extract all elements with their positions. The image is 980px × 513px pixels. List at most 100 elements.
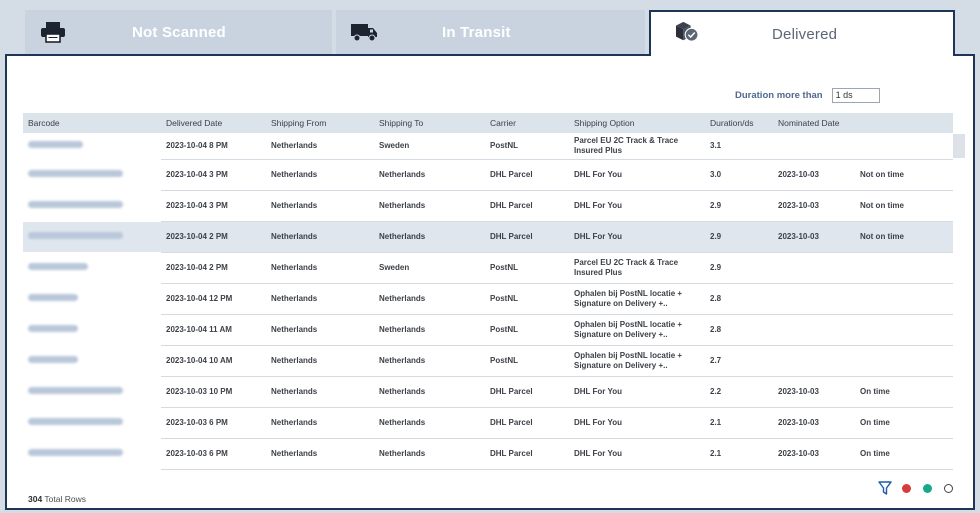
shipping-to-cell: Netherlands bbox=[374, 438, 485, 470]
delivered-date-cell: 2023-10-04 2 PM bbox=[161, 221, 266, 253]
delivered-date-cell: 2023-10-04 2 PM bbox=[161, 252, 266, 284]
status-dot-empty[interactable] bbox=[944, 483, 953, 493]
redacted-barcode bbox=[28, 386, 123, 394]
table-scrollbar-thumb[interactable] bbox=[953, 134, 965, 158]
tab-label: Not Scanned bbox=[132, 23, 226, 41]
column-header-shipping-from[interactable]: Shipping From bbox=[266, 113, 374, 133]
nominated-date-cell bbox=[773, 314, 855, 346]
table-row[interactable]: 2023-10-03 10 PM Netherlands Netherlands DH… bbox=[23, 376, 953, 408]
table-row[interactable]: 2023-10-03 6 PM Netherlands Netherlands DHL… bbox=[23, 438, 953, 470]
tab-in-transit[interactable]: In Transit bbox=[336, 10, 645, 54]
shipping-from-cell: Netherlands bbox=[266, 438, 374, 470]
duration-cell: 3.1 bbox=[705, 133, 773, 160]
footer-controls bbox=[878, 480, 953, 496]
column-header-carrier[interactable]: Carrier bbox=[485, 113, 569, 133]
duration-cell: 2.1 bbox=[705, 438, 773, 470]
barcode-cell[interactable] bbox=[23, 159, 161, 191]
deliveries-table: Barcode Delivered Date Shipping From Shi… bbox=[23, 113, 953, 470]
column-header-delivered-date[interactable]: Delivered Date bbox=[161, 113, 266, 133]
barcode-cell[interactable] bbox=[23, 376, 161, 408]
barcode-cell[interactable] bbox=[23, 314, 161, 346]
barcode-cell[interactable] bbox=[23, 438, 161, 470]
column-header-shipping-to[interactable]: Shipping To bbox=[374, 113, 485, 133]
tab-label: Delivered bbox=[772, 25, 838, 43]
table-row[interactable]: 2023-10-04 12 PM Netherlands Netherlands Po… bbox=[23, 283, 953, 315]
funnel-icon[interactable] bbox=[878, 480, 892, 496]
column-header-duration[interactable]: Duration/ds bbox=[705, 113, 773, 133]
delivered-date-cell: 2023-10-04 3 PM bbox=[161, 190, 266, 222]
tab-not-scanned[interactable]: Not Scanned bbox=[25, 10, 332, 54]
table-row[interactable]: 2023-10-04 11 AM Netherlands Netherlands Po… bbox=[23, 314, 953, 346]
column-header-shipping-option[interactable]: Shipping Option bbox=[569, 113, 705, 133]
redacted-barcode bbox=[28, 448, 123, 456]
tab-label: In Transit bbox=[442, 23, 511, 41]
shipping-option-cell: DHL For You bbox=[569, 159, 705, 191]
duration-filter: Duration more than bbox=[735, 87, 880, 103]
shipping-from-cell: Netherlands bbox=[266, 221, 374, 253]
column-header-status bbox=[855, 113, 953, 133]
duration-cell: 2.7 bbox=[705, 345, 773, 377]
redacted-barcode bbox=[28, 355, 78, 363]
shipping-to-cell: Netherlands bbox=[374, 407, 485, 439]
shipping-option-cell: DHL For You bbox=[569, 221, 705, 253]
shipping-from-cell: Netherlands bbox=[266, 407, 374, 439]
shipping-option-cell: Ophalen bij PostNL locatie + Signature on… bbox=[569, 314, 705, 346]
carrier-cell: PostNL bbox=[485, 345, 569, 377]
carrier-cell: DHL Parcel bbox=[485, 438, 569, 470]
status-dot-red[interactable] bbox=[902, 483, 911, 493]
carrier-cell: DHL Parcel bbox=[485, 190, 569, 222]
shipping-option-line: Parcel EU 2C Track & Trace bbox=[574, 135, 679, 145]
carrier-cell: PostNL bbox=[485, 314, 569, 346]
table-row[interactable]: 2023-10-04 2 PM Netherlands Sweden PostNL Pa… bbox=[23, 252, 953, 284]
carrier-cell: DHL Parcel bbox=[485, 407, 569, 439]
delivered-date-cell: 2023-10-03 10 PM bbox=[161, 376, 266, 408]
nominated-date-cell: 2023-10-03 bbox=[773, 407, 855, 439]
barcode-cell[interactable] bbox=[23, 252, 161, 284]
table-row[interactable]: 2023-10-04 10 AM Netherlands Netherlands Po… bbox=[23, 345, 953, 377]
table-row[interactable]: 2023-10-04 2 PM Netherlands Netherlands DHL… bbox=[23, 221, 953, 253]
table-row[interactable]: 2023-10-04 3 PM Netherlands Netherlands DHL… bbox=[23, 190, 953, 222]
shipping-to-cell: Netherlands bbox=[374, 376, 485, 408]
tab-delivered[interactable]: Delivered bbox=[649, 10, 955, 56]
carrier-cell: PostNL bbox=[485, 133, 569, 160]
carrier-cell: PostNL bbox=[485, 252, 569, 284]
table-row[interactable]: 2023-10-04 3 PM Netherlands Netherlands DHL… bbox=[23, 159, 953, 191]
shipping-from-cell: Netherlands bbox=[266, 252, 374, 284]
shipping-option-line: DHL For You bbox=[574, 231, 622, 241]
nominated-date-cell bbox=[773, 133, 855, 160]
printer-icon bbox=[41, 22, 65, 43]
duration-filter-label: Duration more than bbox=[735, 89, 823, 101]
duration-input[interactable] bbox=[831, 87, 880, 103]
barcode-cell[interactable] bbox=[23, 407, 161, 439]
shipping-from-cell: Netherlands bbox=[266, 133, 374, 160]
shipping-to-cell: Sweden bbox=[374, 252, 485, 284]
barcode-cell[interactable] bbox=[23, 283, 161, 315]
nominated-date-cell: 2023-10-03 bbox=[773, 159, 855, 191]
column-header-nominated-date[interactable]: Nominated Date bbox=[773, 113, 855, 133]
column-header-barcode[interactable]: Barcode bbox=[23, 113, 161, 133]
barcode-cell[interactable] bbox=[23, 221, 161, 253]
redacted-barcode bbox=[28, 417, 123, 425]
redacted-barcode bbox=[28, 169, 123, 177]
barcode-cell[interactable] bbox=[23, 133, 161, 160]
total-rows-count: 304 bbox=[28, 494, 43, 504]
delivered-package-icon bbox=[676, 21, 699, 42]
shipping-option-line: Insured Plus bbox=[574, 267, 623, 277]
table-row[interactable]: 2023-10-03 6 PM Netherlands Netherlands DHL… bbox=[23, 407, 953, 439]
total-rows-label: Total Rows bbox=[44, 494, 86, 504]
carrier-cell: PostNL bbox=[485, 283, 569, 315]
shipping-option-line: Ophalen bij PostNL locatie + bbox=[574, 350, 683, 360]
shipping-to-cell: Netherlands bbox=[374, 345, 485, 377]
barcode-cell[interactable] bbox=[23, 190, 161, 222]
redacted-barcode bbox=[28, 262, 88, 270]
delivery-status-badge: Not on time bbox=[855, 159, 953, 191]
shipping-option-cell: DHL For You bbox=[569, 190, 705, 222]
shipping-option-cell: Parcel EU 2C Track & Trace Insured Plus bbox=[569, 133, 705, 160]
duration-cell: 2.8 bbox=[705, 283, 773, 315]
shipping-to-cell: Sweden bbox=[374, 133, 485, 160]
barcode-cell[interactable] bbox=[23, 345, 161, 377]
redacted-barcode bbox=[28, 231, 123, 239]
table-row[interactable]: 2023-10-04 8 PM Netherlands Sweden PostNL Pa… bbox=[23, 133, 953, 160]
status-dot-teal[interactable] bbox=[923, 483, 932, 493]
carrier-cell: DHL Parcel bbox=[485, 159, 569, 191]
